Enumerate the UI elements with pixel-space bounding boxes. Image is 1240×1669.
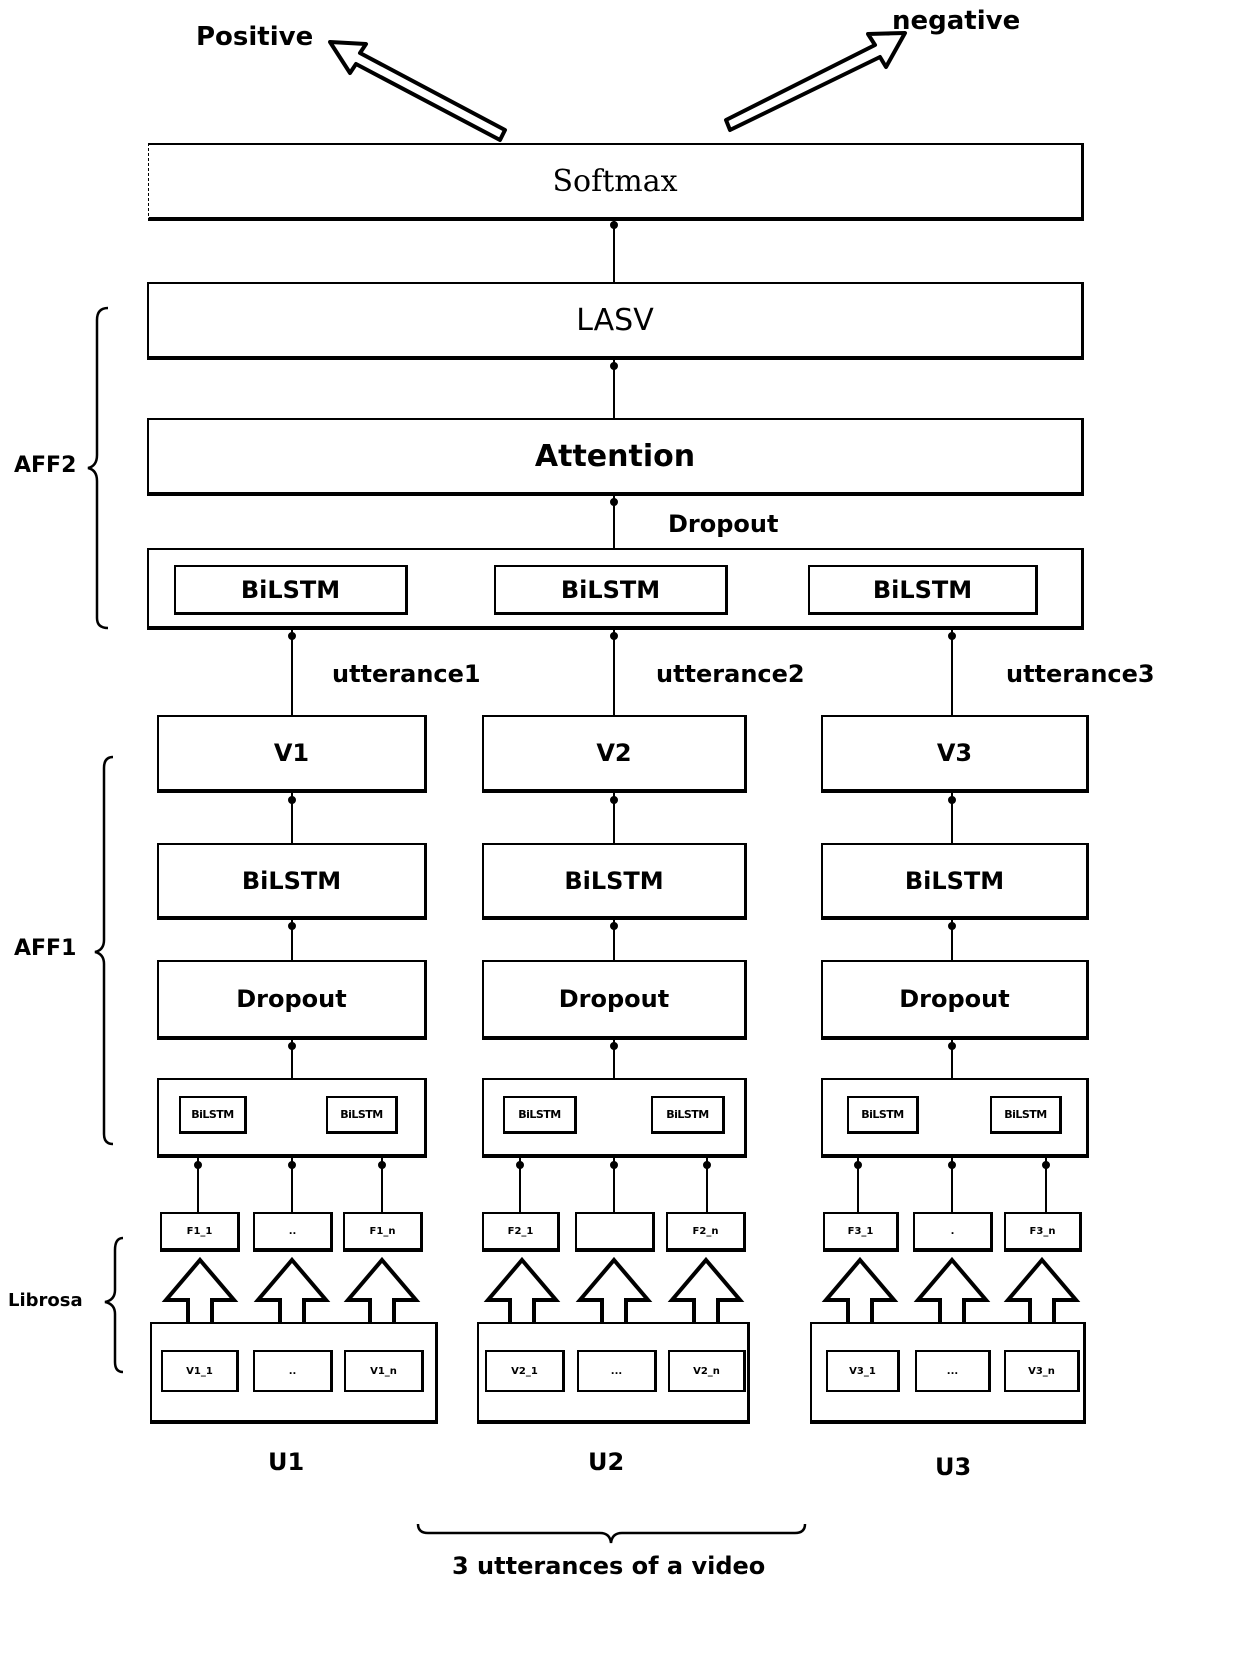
bilstm-label: BiLSTM bbox=[861, 1108, 904, 1121]
input-v2-mid: ... bbox=[577, 1350, 657, 1392]
input-label: V1_n bbox=[370, 1365, 397, 1377]
bilstm-label: BiLSTM bbox=[564, 866, 664, 895]
attention-label: Attention bbox=[534, 438, 696, 474]
column3-bilstm: BiLSTM bbox=[821, 843, 1089, 920]
input-label: ... bbox=[610, 1365, 623, 1377]
lasv-layer: LASV bbox=[147, 282, 1084, 360]
utterance-bilstm-2: BiLSTM bbox=[494, 565, 728, 615]
feature-f1-n: F1_n bbox=[343, 1212, 423, 1252]
input-v3-mid: ... bbox=[915, 1350, 991, 1392]
bilstm-label: BiLSTM bbox=[191, 1108, 234, 1121]
video-brace bbox=[416, 1523, 807, 1544]
column2-bilstm: BiLSTM bbox=[482, 843, 747, 920]
dropout-label-top: Dropout bbox=[668, 510, 779, 538]
vector-v3: V3 bbox=[821, 715, 1089, 793]
softmax-label: Softmax bbox=[552, 163, 678, 199]
librosa-brace bbox=[104, 1236, 124, 1374]
input-v2-1: V2_1 bbox=[485, 1350, 565, 1392]
aff1-brace bbox=[94, 755, 114, 1146]
librosa-label: Librosa bbox=[8, 1290, 83, 1311]
column1-dropout: Dropout bbox=[157, 960, 427, 1040]
bilstm-label: BiLSTM bbox=[518, 1108, 561, 1121]
dropout-label: Dropout bbox=[558, 985, 670, 1013]
negative-label: negative bbox=[892, 6, 1021, 36]
softmax-layer: Softmax bbox=[148, 143, 1084, 221]
input-label: .. bbox=[288, 1365, 297, 1377]
column1-inner-bilstm-b: BiLSTM bbox=[326, 1096, 398, 1134]
dropout-label: Dropout bbox=[899, 985, 1010, 1013]
positive-label: Positive bbox=[196, 22, 314, 52]
arrow-to-negative bbox=[724, 31, 907, 132]
lasv-label: LASV bbox=[576, 302, 654, 338]
vector-label: V1 bbox=[273, 739, 310, 767]
column2-inner-bilstm-b: BiLSTM bbox=[651, 1096, 725, 1134]
column3-dropout: Dropout bbox=[821, 960, 1089, 1040]
utterance2-label: utterance2 bbox=[656, 660, 805, 688]
feature-f1-1: F1_1 bbox=[160, 1212, 240, 1252]
input-label: V3_n bbox=[1028, 1365, 1055, 1377]
feature-f3-mid: . bbox=[913, 1212, 993, 1252]
column2-inner-bilstm-a: BiLSTM bbox=[503, 1096, 577, 1134]
feature-f2-n: F2_n bbox=[666, 1212, 746, 1252]
input-v3-n: V3_n bbox=[1004, 1350, 1080, 1392]
vector-label: V3 bbox=[936, 739, 973, 767]
input-label: V3_1 bbox=[849, 1365, 876, 1377]
utterance-id-u2: U2 bbox=[588, 1448, 625, 1476]
utterance-bilstm-1: BiLSTM bbox=[174, 565, 408, 615]
feature-f3-n: F3_n bbox=[1004, 1212, 1082, 1252]
bilstm-label: BiLSTM bbox=[1004, 1108, 1047, 1121]
aff1-label: AFF1 bbox=[14, 936, 77, 961]
bilstm-label: BiLSTM bbox=[872, 575, 973, 604]
aff2-label: AFF2 bbox=[14, 453, 77, 478]
input-v1-mid: .. bbox=[253, 1350, 333, 1392]
vector-v1: V1 bbox=[157, 715, 427, 793]
utterance3-label: utterance3 bbox=[1006, 660, 1155, 688]
input-label: V2_1 bbox=[511, 1365, 538, 1377]
utterance-id-u1: U1 bbox=[268, 1448, 305, 1476]
feature-label: .. bbox=[288, 1225, 297, 1237]
bilstm-label: BiLSTM bbox=[241, 866, 342, 895]
bilstm-label: BiLSTM bbox=[666, 1108, 709, 1121]
utterance1-label: utterance1 bbox=[332, 660, 481, 688]
feature-label: F1_1 bbox=[186, 1225, 213, 1237]
arrow-to-positive bbox=[328, 40, 507, 142]
input-v1-1: V1_1 bbox=[161, 1350, 239, 1392]
video-caption: 3 utterances of a video bbox=[452, 1552, 766, 1580]
feature-label: F1_n bbox=[369, 1225, 396, 1237]
vector-v2: V2 bbox=[482, 715, 747, 793]
input-v2-n: V2_n bbox=[668, 1350, 746, 1392]
column1-bilstm: BiLSTM bbox=[157, 843, 427, 920]
bilstm-label: BiLSTM bbox=[340, 1108, 383, 1121]
column2-dropout: Dropout bbox=[482, 960, 747, 1040]
utterance-id-u3: U3 bbox=[935, 1453, 972, 1481]
aff2-brace bbox=[87, 306, 109, 630]
utterance-bilstm-3: BiLSTM bbox=[808, 565, 1038, 615]
feature-f3-1: F3_1 bbox=[823, 1212, 899, 1252]
bilstm-label: BiLSTM bbox=[560, 575, 661, 604]
column3-inner-bilstm-a: BiLSTM bbox=[847, 1096, 919, 1134]
feature-label: F3_n bbox=[1029, 1225, 1056, 1237]
feature-label: F3_1 bbox=[847, 1225, 874, 1237]
input-label: ... bbox=[946, 1365, 959, 1377]
input-label: V1_1 bbox=[186, 1365, 213, 1377]
bilstm-label: BiLSTM bbox=[240, 575, 341, 604]
dropout-label: Dropout bbox=[236, 985, 347, 1013]
input-v1-n: V1_n bbox=[344, 1350, 424, 1392]
feature-label: . bbox=[950, 1225, 955, 1237]
column3-inner-bilstm-b: BiLSTM bbox=[990, 1096, 1062, 1134]
input-v3-1: V3_1 bbox=[826, 1350, 900, 1392]
input-label: V2_n bbox=[693, 1365, 720, 1377]
feature-label: F2_1 bbox=[507, 1225, 534, 1237]
feature-f1-mid: .. bbox=[253, 1212, 333, 1252]
feature-f2-1: F2_1 bbox=[482, 1212, 560, 1252]
column1-inner-bilstm-a: BiLSTM bbox=[179, 1096, 247, 1134]
vector-label: V2 bbox=[596, 739, 632, 767]
feature-label: F2_n bbox=[692, 1225, 719, 1237]
bilstm-label: BiLSTM bbox=[904, 866, 1005, 895]
feature-f2-mid bbox=[575, 1212, 655, 1252]
attention-layer: Attention bbox=[147, 418, 1084, 496]
